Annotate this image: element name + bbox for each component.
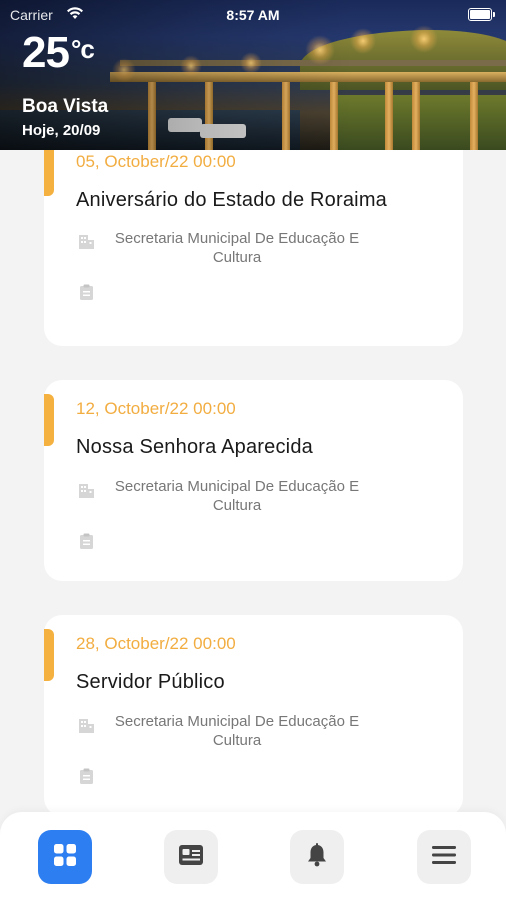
- event-datetime: 12, October/22 00:00: [76, 399, 236, 418]
- event-title: Aniversário do Estado de Roraima: [76, 189, 387, 211]
- status-time: 8:57 AM: [226, 7, 280, 23]
- event-organizer: Secretaria Municipal De Educação E Cultu…: [114, 713, 360, 749]
- city-name: Boa Vista: [22, 96, 109, 117]
- event-organizer: Secretaria Municipal De Educação E Cultu…: [114, 230, 360, 266]
- weather-header: Carrier 8:57 AM 25°c Boa Vista Hoje, 20/…: [0, 0, 506, 150]
- battery-icon: [468, 8, 495, 21]
- event-title: Nossa Senhora Aparecida: [76, 436, 313, 458]
- tab-notifications[interactable]: [290, 830, 344, 884]
- event-accent-bar: [44, 394, 54, 446]
- event-datetime: 28, October/22 00:00: [76, 634, 236, 653]
- temperature-value: 25: [22, 28, 70, 77]
- bottom-tab-bar: [0, 812, 506, 900]
- building-icon: [78, 717, 95, 739]
- tab-news[interactable]: [164, 830, 218, 884]
- clipboard-icon: [79, 533, 94, 555]
- current-date: Hoje, 20/09: [22, 122, 101, 139]
- building-icon: [78, 482, 95, 504]
- temperature-unit: °c: [70, 34, 95, 64]
- event-card[interactable]: 12, October/22 00:00 Nossa Senhora Apare…: [44, 380, 463, 581]
- event-title: Servidor Público: [76, 671, 225, 693]
- clipboard-icon: [79, 284, 94, 306]
- menu-icon: [432, 845, 456, 870]
- building-icon: [78, 233, 95, 255]
- event-accent-bar: [44, 150, 54, 196]
- bell-icon: [306, 842, 328, 872]
- tab-home[interactable]: [38, 830, 92, 884]
- event-card[interactable]: 05, October/22 00:00 Aniversário do Esta…: [44, 150, 463, 346]
- status-bar: Carrier 8:57 AM: [0, 0, 506, 28]
- clipboard-icon: [79, 768, 94, 790]
- event-datetime: 05, October/22 00:00: [76, 152, 236, 171]
- event-accent-bar: [44, 629, 54, 681]
- tab-menu[interactable]: [417, 830, 471, 884]
- id-card-icon: [178, 844, 204, 871]
- event-card[interactable]: 28, October/22 00:00 Servidor Público Se…: [44, 615, 463, 812]
- event-organizer: Secretaria Municipal De Educação E Cultu…: [114, 478, 360, 514]
- grid-icon: [53, 843, 77, 872]
- temperature: 25°c: [22, 28, 95, 78]
- event-list[interactable]: 05, October/22 00:00 Aniversário do Esta…: [0, 150, 506, 812]
